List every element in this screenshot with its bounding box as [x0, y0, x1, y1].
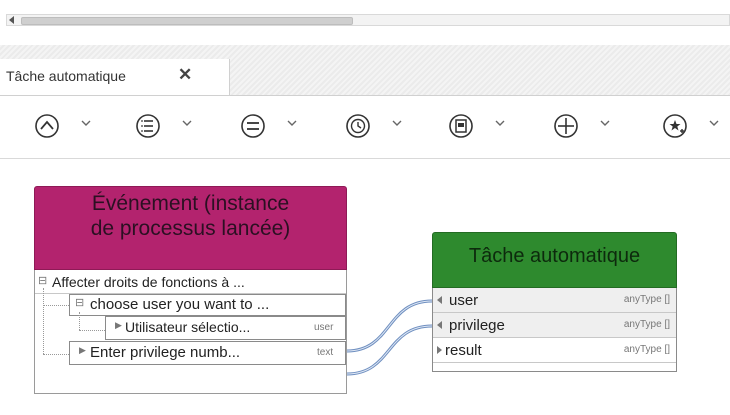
chevron-down-icon[interactable] — [287, 118, 297, 128]
chevron-down-icon[interactable] — [600, 118, 610, 128]
circle-star-add-icon — [663, 114, 687, 138]
process-canvas[interactable]: Événement (instance de processus lancée)… — [0, 159, 730, 415]
tab-tache-automatique[interactable]: Tâche automatique ✕ — [0, 59, 230, 95]
circle-caret-up-icon — [35, 114, 59, 138]
circle-plus-icon — [554, 114, 578, 138]
horizontal-scrollbar[interactable] — [6, 14, 730, 26]
circle-equals-icon — [241, 114, 265, 138]
circle-list-icon — [136, 114, 160, 138]
tab-label: Tâche automatique — [6, 68, 126, 84]
connector-lines — [346, 299, 433, 376]
top-scroll-area — [0, 0, 730, 46]
toolbar — [0, 96, 730, 159]
circle-document-icon — [449, 114, 473, 138]
chevron-down-icon[interactable] — [392, 118, 402, 128]
circle-clock-icon — [346, 114, 370, 138]
tab-strip: Tâche automatique ✕ — [0, 45, 730, 96]
scrollbar-thumb[interactable] — [21, 17, 353, 25]
chevron-down-icon[interactable] — [81, 118, 91, 128]
chevron-down-icon[interactable] — [495, 118, 505, 128]
close-icon[interactable]: ✕ — [178, 65, 192, 85]
scroll-left-icon[interactable] — [9, 16, 14, 24]
chevron-down-icon[interactable] — [709, 118, 719, 128]
chevron-down-icon[interactable] — [182, 118, 192, 128]
